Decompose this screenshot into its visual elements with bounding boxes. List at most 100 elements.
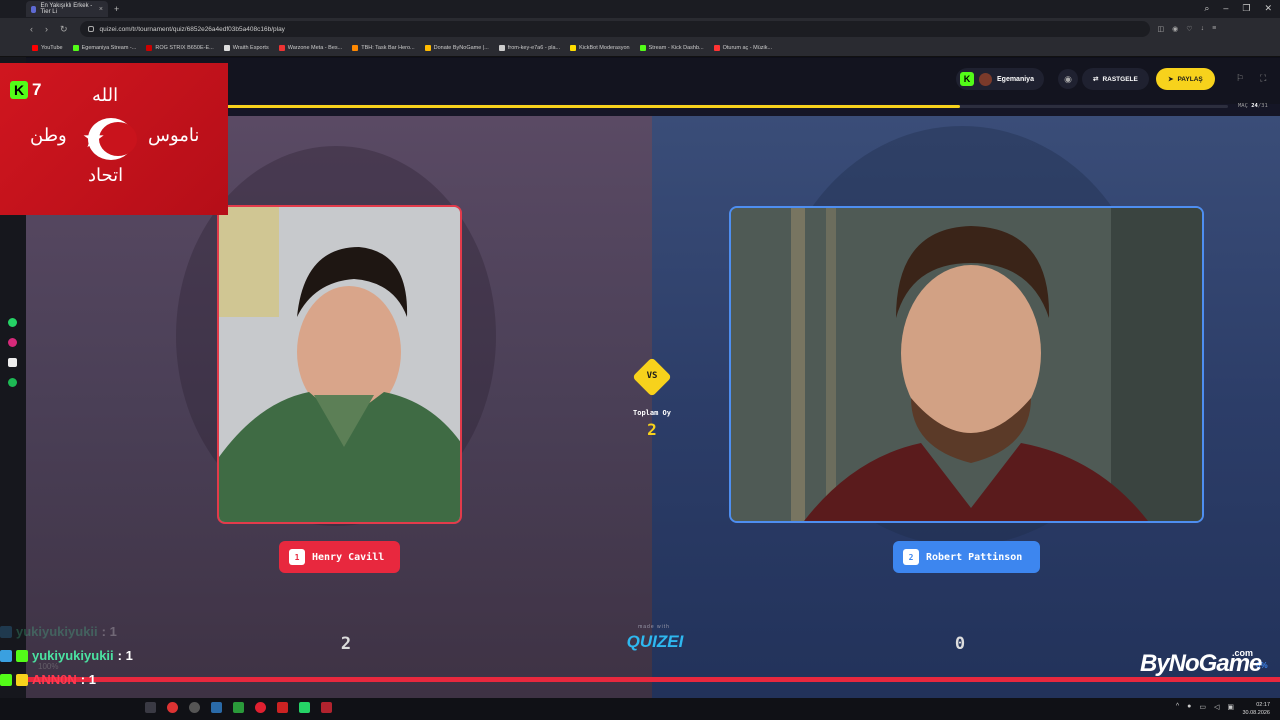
shuffle-icon: ⇄	[1093, 76, 1099, 83]
bynogame-watermark-suffix: .com	[1232, 648, 1254, 658]
instagram-icon[interactable]	[8, 338, 17, 347]
bookmark[interactable]: Warzone Meta - Bes...	[278, 45, 342, 51]
browser-tab[interactable]: En Yakışıklı Erkek - Tier Li ×	[26, 1, 108, 17]
search-tabs-icon[interactable]: ⌕	[1204, 3, 1209, 14]
match-progress-bar	[226, 105, 1228, 108]
avatar	[979, 72, 992, 86]
bookmark[interactable]: YouTube	[32, 45, 63, 51]
right-number: 2	[903, 549, 919, 565]
heart-icon[interactable]: ♡	[1186, 25, 1192, 33]
kick-logo-icon: K	[10, 81, 28, 99]
chat-badge-icon	[0, 649, 12, 662]
chat-badge-icon	[16, 673, 28, 686]
bookmark[interactable]: ROG STRIX B650E-E...	[146, 45, 214, 51]
taskbar-app-icon[interactable]	[145, 702, 156, 713]
steam-icon[interactable]	[211, 702, 222, 713]
x-icon[interactable]	[8, 358, 17, 367]
taskbar-app-icon[interactable]	[189, 702, 200, 713]
tab-favicon-icon	[31, 5, 37, 13]
reload-icon[interactable]: ↻	[60, 24, 68, 35]
new-tab-icon[interactable]: +	[114, 4, 119, 14]
total-votes-label: Toplam Oy	[633, 409, 671, 417]
share-button[interactable]: ➤ PAYLAŞ	[1156, 68, 1215, 90]
forward-icon[interactable]: ›	[45, 24, 48, 35]
bookmark[interactable]: KickBot Moderasyon	[570, 45, 630, 51]
bookmark[interactable]: Wraith Esports	[223, 45, 269, 51]
opera-icon[interactable]	[255, 702, 266, 713]
bookmark[interactable]: from-key-e7a6 - pla...	[498, 45, 560, 51]
right-contestant-image[interactable]	[729, 206, 1204, 523]
send-icon: ➤	[1168, 76, 1174, 83]
vote-right-button[interactable]: 2 Robert Pattinson	[893, 541, 1040, 573]
mic-icon[interactable]: ●	[1187, 703, 1191, 711]
fullscreen-icon[interactable]: ⛶	[1260, 73, 1266, 84]
taskbar-app-icon[interactable]	[277, 702, 288, 713]
back-icon[interactable]: ‹	[30, 24, 33, 35]
robert-pattinson-photo	[731, 208, 1202, 521]
camera-icon[interactable]: ◉	[1172, 25, 1178, 33]
clock[interactable]: 02:17 30.08.2026	[1242, 701, 1270, 717]
right-score: 0	[954, 634, 966, 654]
download-icon[interactable]: ↓	[1201, 25, 1205, 33]
vs-label: VS	[646, 371, 658, 381]
henry-cavill-photo	[219, 207, 460, 522]
taskbar-app-icon[interactable]	[233, 702, 244, 713]
quizei-logo[interactable]: QUIZEI	[620, 632, 690, 652]
vote-left-button[interactable]: 1 Henry Cavill	[279, 541, 400, 573]
tab-bar: En Yakışıklı Erkek - Tier Li × + ⌕ – ❐ ✕	[0, 0, 1280, 18]
kick-icon: K	[960, 72, 974, 86]
close-tab-icon[interactable]: ×	[99, 6, 103, 13]
taskbar-app-icon[interactable]	[321, 702, 332, 713]
url-text: quizei.com/tr/tournament/quiz/6852e26a4e…	[99, 25, 285, 33]
flag-icon[interactable]: ⚐	[1236, 73, 1244, 84]
left-name: Henry Cavill	[312, 551, 385, 563]
flag-calligraphy-bottom: اتحاد	[88, 165, 124, 186]
chat-badge-icon	[16, 649, 28, 662]
bookmark[interactable]: TBH: Task Bar Hero...	[352, 45, 415, 51]
close-window-icon[interactable]: ✕	[1264, 3, 1272, 14]
flag-calligraphy-right: ناموس	[148, 125, 200, 146]
left-score: 2	[340, 634, 352, 654]
random-button[interactable]: ⇄ RASTGELE	[1082, 68, 1149, 90]
flag-calligraphy-left: وطن	[30, 125, 67, 146]
chat-message: ANN0N: 1	[0, 672, 96, 687]
bookmark[interactable]: Donate ByNoGame |...	[424, 45, 489, 51]
whatsapp-icon[interactable]	[299, 702, 310, 713]
maximize-icon[interactable]: ❐	[1242, 3, 1250, 14]
vote-share-bar	[26, 677, 1280, 682]
username: Egemaniya	[997, 75, 1034, 83]
whatsapp-icon[interactable]	[8, 318, 17, 327]
chat-badge-icon	[0, 625, 12, 638]
network-icon[interactable]: ▭	[1199, 703, 1206, 711]
window-controls: ⌕ – ❐ ✕	[1204, 3, 1272, 14]
menu-icon[interactable]: ≡	[1212, 25, 1216, 33]
extension-icon[interactable]: ◫	[1158, 25, 1165, 33]
star-icon: ★	[82, 123, 106, 153]
taskbar: ^ ● ▭ ◁ ▣ 02:17 30.08.2026	[0, 698, 1280, 720]
chat-badge-icon	[0, 673, 12, 686]
chat-message: yukiyukiyukii: 1	[0, 624, 117, 639]
match-counter: MAÇ 24/31	[1238, 103, 1268, 109]
bookmark[interactable]: Oturum aç - Müzik...	[713, 45, 772, 51]
taskbar-app-icon[interactable]	[167, 702, 178, 713]
bookmark[interactable]: Stream - Kick Dashb...	[639, 45, 704, 51]
left-number: 1	[289, 549, 305, 565]
flag-calligraphy-top: الله	[92, 85, 119, 106]
url-field[interactable]: quizei.com/tr/tournament/quiz/6852e26a4e…	[79, 21, 1150, 37]
chevron-up-icon[interactable]: ^	[1176, 703, 1179, 711]
user-chip[interactable]: K Egemaniya	[956, 68, 1044, 90]
bookmark[interactable]: Egemaniya Stream -...	[72, 45, 136, 51]
address-bar-row: ‹ › ↻ quizei.com/tr/tournament/quiz/6852…	[0, 18, 1280, 40]
eye-icon[interactable]: ◉	[1058, 69, 1078, 89]
made-with-label: made with	[638, 624, 670, 630]
volume-icon[interactable]: ◁	[1214, 703, 1219, 711]
left-contestant-image[interactable]	[217, 205, 462, 524]
notification-icon[interactable]: ▣	[1227, 703, 1234, 711]
bookmarks-bar: YouTube Egemaniya Stream -... ROG STRIX …	[0, 40, 1280, 57]
kick-viewer-count: K 7	[10, 80, 41, 100]
system-tray: ^ ● ▭ ◁ ▣	[1176, 703, 1234, 711]
spotify-icon[interactable]	[8, 378, 17, 387]
total-votes-value: 2	[647, 420, 657, 439]
minimize-icon[interactable]: –	[1223, 3, 1228, 14]
lock-icon	[87, 26, 94, 32]
